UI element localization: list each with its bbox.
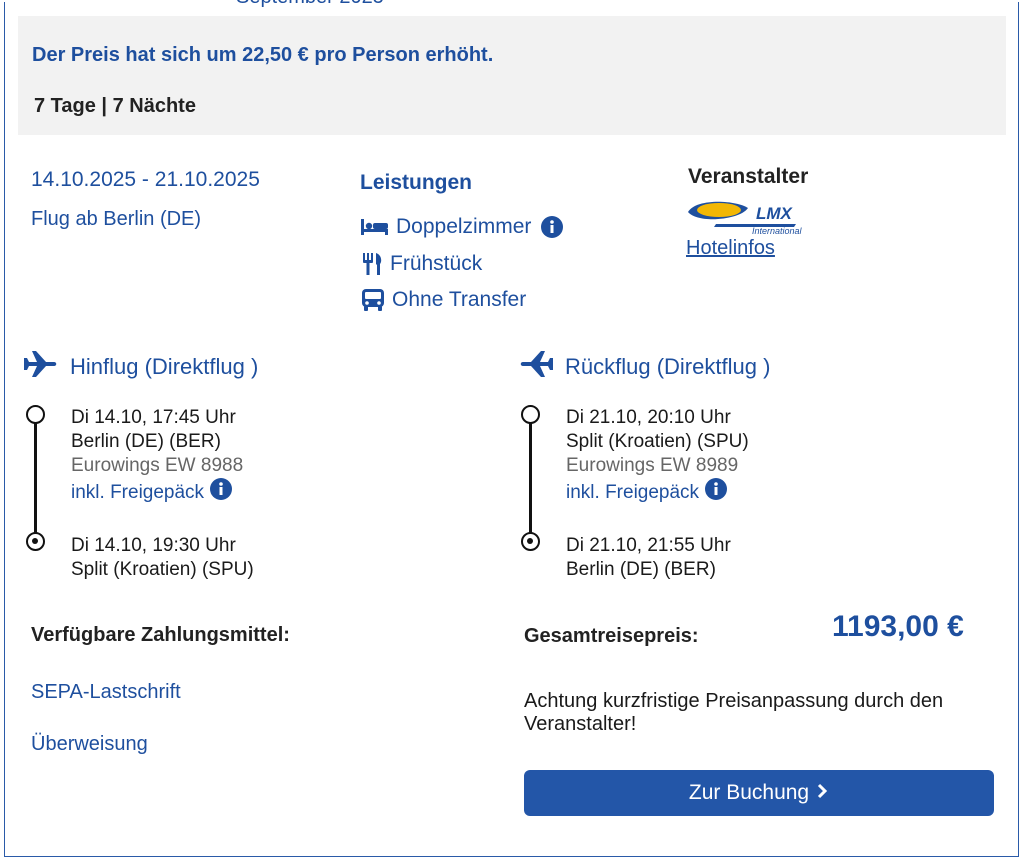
payment-heading: Verfügbare Zahlungsmittel: — [31, 624, 290, 646]
outbound-header: Hinflug (Direktflug ) — [24, 349, 258, 385]
total-price: 1193,00 € — [832, 610, 964, 643]
departure-marker — [26, 405, 45, 424]
return-arr-time: Di 21.10, 21:55 Uhr — [566, 535, 731, 556]
return-baggage[interactable]: inkl. Freigepäck — [566, 478, 728, 507]
svg-text:LMX: LMX — [756, 204, 794, 223]
service-transfer: Ohne Transfer — [360, 288, 526, 312]
chevron-right-icon — [817, 781, 829, 805]
outbound-arr-airport: Split (Kroatien) (SPU) — [71, 559, 254, 580]
outbound-arrival: Di 14.10, 19:30 Uhr Split (Kroatien) (SP… — [71, 534, 254, 582]
return-flight-number: Eurowings EW 8989 — [566, 455, 739, 476]
payment-method-sepa[interactable]: SEPA-Lastschrift — [31, 681, 181, 704]
travel-dates: 14.10.2025 - 21.10.2025 — [31, 168, 260, 191]
bus-icon — [360, 288, 386, 312]
arrival-marker — [521, 532, 540, 551]
outbound-flight-number: Eurowings EW 8988 — [71, 455, 244, 476]
hotel-info-link[interactable]: Hotelinfos — [686, 237, 775, 260]
return-arrival: Di 21.10, 21:55 Uhr Berlin (DE) (BER) — [566, 534, 731, 582]
outbound-departure: Di 14.10, 17:45 Uhr Berlin (DE) (BER) Eu… — [71, 406, 243, 507]
trip-duration: 7 Tage | 7 Nächte — [34, 95, 196, 117]
veranstalter-heading: Veranstalter — [688, 165, 809, 188]
price-change-banner: Der Preis hat sich um 22,50 € pro Person… — [18, 16, 1006, 135]
return-arr-airport: Berlin (DE) (BER) — [566, 559, 716, 580]
departure-city: Flug ab Berlin (DE) — [31, 208, 202, 230]
info-icon[interactable] — [541, 216, 564, 238]
price-adjustment-notice: Achtung kurzfristige Preisanpassung durc… — [524, 690, 944, 735]
total-price-label: Gesamtreisepreis: — [524, 625, 699, 647]
bed-icon — [360, 217, 390, 237]
outbound-title: Hinflug (Direktflug ) — [70, 354, 259, 379]
outbound-baggage[interactable]: inkl. Freigepäck — [71, 478, 233, 507]
outbound-dep-airport: Berlin (DE) (BER) — [71, 431, 221, 452]
lmx-logo: LMX International — [686, 198, 806, 239]
service-room: Doppelzimmer — [360, 215, 564, 239]
svg-text:International: International — [752, 226, 803, 234]
return-title: Rückflug (Direktflug ) — [565, 354, 771, 379]
service-board: Frühstück — [360, 252, 482, 276]
leistungen-heading: Leistungen — [360, 171, 473, 194]
return-dep-time: Di 21.10, 20:10 Uhr — [566, 407, 731, 428]
outbound-timeline — [26, 405, 46, 557]
outbound-baggage-label: inkl. Freigepäck — [71, 481, 205, 503]
plane-left-icon — [519, 349, 553, 385]
price-change-text: Der Preis hat sich um 22,50 € pro Person… — [32, 44, 494, 66]
cutlery-icon — [360, 252, 384, 276]
arrival-marker — [26, 532, 45, 551]
info-icon[interactable] — [705, 478, 728, 507]
book-button-label: Zur Buchung — [688, 781, 810, 804]
return-timeline — [521, 405, 541, 557]
plane-right-icon — [24, 349, 58, 385]
book-button[interactable]: Zur Buchung — [524, 770, 994, 816]
board-label: Frühstück — [390, 252, 483, 275]
return-header: Rückflug (Direktflug ) — [519, 349, 770, 385]
return-baggage-label: inkl. Freigepäck — [566, 481, 700, 503]
transfer-label: Ohne Transfer — [392, 288, 527, 311]
room-type-label: Doppelzimmer — [396, 215, 532, 238]
outbound-arr-time: Di 14.10, 19:30 Uhr — [71, 535, 236, 556]
departure-marker — [521, 405, 540, 424]
return-dep-airport: Split (Kroatien) (SPU) — [566, 431, 749, 452]
outbound-dep-time: Di 14.10, 17:45 Uhr — [71, 407, 236, 428]
return-departure: Di 21.10, 20:10 Uhr Split (Kroatien) (SP… — [566, 406, 749, 507]
payment-method-transfer[interactable]: Überweisung — [31, 733, 148, 756]
info-icon[interactable] — [210, 478, 233, 507]
